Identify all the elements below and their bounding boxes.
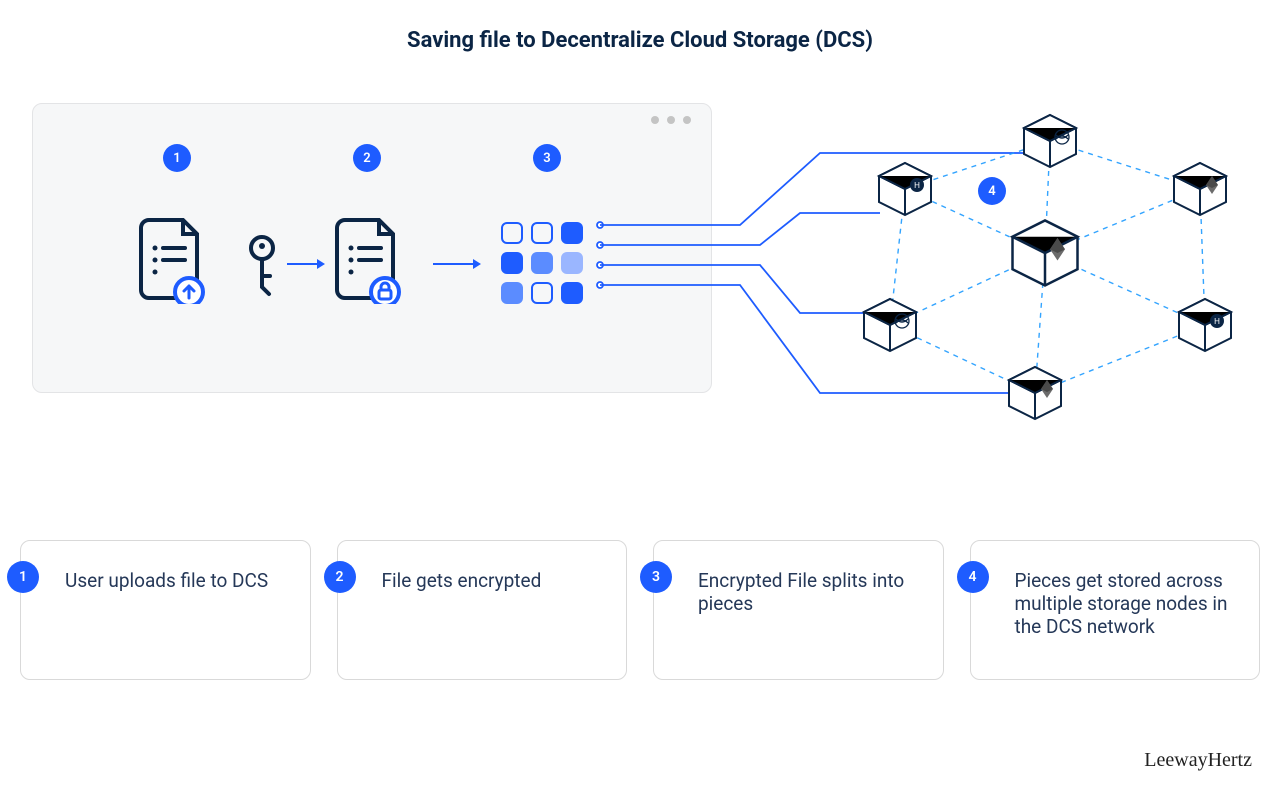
step-badge: 1: [7, 561, 39, 593]
window-controls: [651, 116, 691, 124]
window-dot: [651, 116, 659, 124]
attribution-text: LeewayHertz: [1144, 749, 1252, 772]
step-card-2: 2 File gets encrypted: [337, 540, 628, 680]
flow-badge-1: 1: [163, 144, 191, 172]
pieces-grid-icon: [501, 222, 585, 306]
arrow-right-icon: [431, 256, 481, 275]
step-badge: 2: [324, 561, 356, 593]
window-dot: [667, 116, 675, 124]
key-icon: [243, 234, 281, 302]
browser-window: 1 2 3: [32, 103, 712, 393]
arrow-right-icon: [285, 256, 325, 275]
window-dot: [683, 116, 691, 124]
step-card-4: 4 Pieces get stored across multiple stor…: [970, 540, 1261, 680]
step-text: File gets encrypted: [382, 569, 605, 592]
file-locked-icon: [329, 214, 409, 308]
file-upload-icon: [133, 214, 213, 308]
step-badge: 4: [957, 561, 989, 593]
flow-badge-2: 2: [353, 144, 381, 172]
flow-badge-4: 4: [978, 177, 1006, 205]
step-cards-row: 1 User uploads file to DCS 2 File gets e…: [20, 540, 1260, 680]
step-text: Pieces get stored across multiple storag…: [1015, 569, 1238, 638]
diagram-title: Saving file to Decentralize Cloud Storag…: [0, 0, 1280, 53]
flow-badge-3: 3: [533, 144, 561, 172]
step-card-3: 3 Encrypted File splits into pieces: [653, 540, 944, 680]
step-text: Encrypted File splits into pieces: [698, 569, 921, 615]
step-badge: 3: [640, 561, 672, 593]
diagram-canvas: 1 2 3: [0, 93, 1280, 473]
step-card-1: 1 User uploads file to DCS: [20, 540, 311, 680]
step-text: User uploads file to DCS: [65, 569, 288, 592]
